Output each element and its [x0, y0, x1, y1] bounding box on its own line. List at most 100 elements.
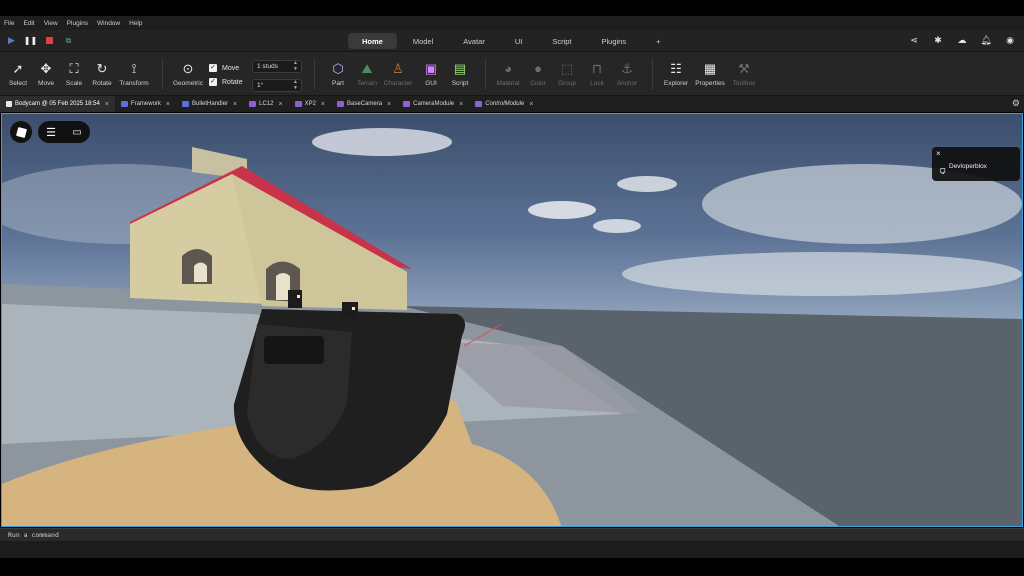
- close-icon[interactable]: ×: [105, 101, 109, 108]
- topbar-buttons: ☰ ▭: [38, 121, 90, 143]
- terrain-label: Terrain: [357, 80, 377, 87]
- toolbox-label: Toolbox: [732, 80, 756, 87]
- rotate-snap-label: Rotate: [222, 78, 243, 86]
- play-icon[interactable]: ▶: [6, 35, 17, 46]
- close-icon[interactable]: ×: [166, 101, 170, 108]
- anchor-icon: ⚓︎: [621, 61, 633, 76]
- menu-file[interactable]: File: [4, 20, 14, 27]
- close-icon[interactable]: ×: [459, 101, 463, 108]
- client-server-icon[interactable]: ⧉: [63, 35, 74, 46]
- tab-plugins[interactable]: Plugins: [588, 33, 641, 49]
- chat-icon[interactable]: ▭: [72, 127, 81, 138]
- close-icon[interactable]: ×: [278, 101, 282, 108]
- player-name[interactable]: Devloperblox: [949, 163, 987, 170]
- move-snap-label: Move: [222, 64, 240, 72]
- close-icon[interactable]: ×: [321, 101, 325, 108]
- close-icon[interactable]: ×: [936, 149, 941, 158]
- spinner-icon[interactable]: ▲ ▼: [293, 60, 298, 72]
- lock-label: Lock: [590, 80, 604, 87]
- material-icon: ◕: [504, 61, 512, 76]
- move-tool[interactable]: ✥ Move: [31, 60, 61, 87]
- cloud-icon[interactable]: ☁: [956, 35, 968, 46]
- group-tool[interactable]: ⬚ Group: [552, 60, 582, 87]
- doc-tab-bullethandler[interactable]: BulletHandler ×: [176, 96, 243, 112]
- toolbar-divider: [485, 58, 486, 90]
- transform-icon: ⟟: [131, 61, 137, 76]
- color-label: Color: [530, 80, 546, 87]
- toolbox-icon: ⚒: [738, 61, 750, 76]
- gui-tool[interactable]: ▣ GUI: [416, 60, 446, 87]
- tab-script[interactable]: Script: [538, 33, 585, 49]
- properties-tool[interactable]: ▦ Properties: [695, 60, 725, 87]
- color-tool[interactable]: ● Color: [523, 60, 553, 87]
- move-increment-field[interactable]: 1 studs ▲ ▼: [252, 60, 302, 73]
- place-icon: [6, 101, 12, 107]
- tab-home[interactable]: Home: [348, 33, 397, 49]
- menu-view[interactable]: View: [44, 20, 58, 27]
- script-tool[interactable]: ▤ Script: [445, 60, 475, 87]
- menu-edit[interactable]: Edit: [23, 20, 34, 27]
- doc-tab-place[interactable]: Bodycam @ 05 Feb 2025 18:54 ×: [0, 96, 115, 112]
- stop-icon[interactable]: [44, 35, 55, 46]
- command-bar[interactable]: Run a command: [0, 528, 1024, 541]
- doc-tab-framework[interactable]: Framework ×: [115, 96, 176, 112]
- module-file-icon: [475, 101, 483, 107]
- tab-model[interactable]: Model: [399, 33, 447, 49]
- geometric-toggle[interactable]: ⊙ Geometric: [173, 60, 203, 87]
- character-tool[interactable]: ♙ Character: [383, 60, 413, 87]
- doc-tab-label: LC12: [259, 101, 274, 107]
- menu-plugins[interactable]: Plugins: [67, 20, 88, 27]
- rotate-snap-checkbox[interactable]: ✓: [209, 78, 217, 86]
- close-icon[interactable]: ×: [529, 101, 533, 108]
- scale-tool[interactable]: ⛶ Scale: [59, 60, 89, 87]
- toolbar-divider: [652, 58, 653, 90]
- account-icon[interactable]: ◉: [1004, 35, 1016, 46]
- rotate-tool[interactable]: ↻ Rotate: [87, 60, 117, 87]
- rotate-snap-toggle[interactable]: ✓ Rotate: [209, 78, 243, 86]
- share-icon[interactable]: ⋖: [908, 35, 920, 46]
- anchor-tool[interactable]: ⚓︎ Anchor: [612, 60, 642, 87]
- select-tool[interactable]: ➚ Select: [3, 60, 33, 87]
- move-snap-checkbox[interactable]: ✓: [209, 64, 217, 72]
- cursor-icon: ➚: [12, 61, 24, 76]
- 3d-viewport[interactable]: ☰ ▭ × 🜷 Devloperblox: [1, 113, 1023, 527]
- toolbox-tool[interactable]: ⚒ Toolbox: [729, 60, 759, 87]
- menu-window[interactable]: Window: [97, 20, 120, 27]
- pistol-sight: [288, 290, 302, 308]
- pause-icon[interactable]: ❚❚: [24, 35, 37, 46]
- ribbon-tabs: Home Model Avatar UI Script Plugins +: [348, 33, 675, 49]
- lock-tool[interactable]: ⊓ Lock: [582, 60, 612, 87]
- doc-tab-basecamera[interactable]: BaseCamera ×: [331, 96, 397, 112]
- roblox-menu-button[interactable]: [10, 121, 32, 143]
- add-tab-button[interactable]: +: [642, 33, 674, 49]
- cloud: [312, 128, 452, 156]
- doc-tab-controlmodule[interactable]: ControlModule ×: [469, 96, 539, 112]
- close-icon[interactable]: ×: [233, 101, 237, 108]
- transform-tool[interactable]: ⟟ Transform: [119, 60, 149, 87]
- tab-avatar[interactable]: Avatar: [449, 33, 499, 49]
- close-icon[interactable]: ×: [387, 101, 391, 108]
- doc-tab-cameramodule[interactable]: CameraModule ×: [397, 96, 469, 112]
- collaborate-icon[interactable]: ✱: [932, 35, 944, 46]
- doc-tab-lc12[interactable]: LC12 ×: [243, 96, 288, 112]
- move-increment-value: 1 studs: [257, 63, 278, 70]
- terrain-tool[interactable]: ⛰ Terrain: [352, 60, 382, 87]
- menu-bar: File Edit View Plugins Window Help: [0, 16, 1024, 30]
- tab-ui[interactable]: UI: [501, 33, 537, 49]
- hamburger-menu-icon[interactable]: ☰: [46, 126, 56, 139]
- rotate-increment-field[interactable]: 1° ▲ ▼: [252, 79, 302, 92]
- part-tool[interactable]: ⬡ Part: [323, 60, 353, 87]
- pistol-sight: [342, 302, 358, 318]
- command-input[interactable]: Run a command: [8, 531, 59, 539]
- move-snap-toggle[interactable]: ✓ Move: [209, 64, 239, 72]
- spinner-icon[interactable]: ▲ ▼: [293, 79, 298, 91]
- cloud: [593, 219, 641, 233]
- gear-icon[interactable]: ⚙: [1012, 98, 1020, 109]
- menu-help[interactable]: Help: [129, 20, 142, 27]
- material-tool[interactable]: ◕ Material: [493, 60, 523, 87]
- explorer-tool[interactable]: ☷ Explorer: [661, 60, 691, 87]
- notifications-icon[interactable]: 🔔︎: [980, 35, 992, 46]
- doc-tab-xp2[interactable]: XP2 ×: [289, 96, 331, 112]
- ribbon-tab-bar: ▶ ❚❚ ⧉ Home Model Avatar UI Script Plugi…: [0, 30, 1024, 52]
- roblox-logo-icon: [15, 126, 27, 138]
